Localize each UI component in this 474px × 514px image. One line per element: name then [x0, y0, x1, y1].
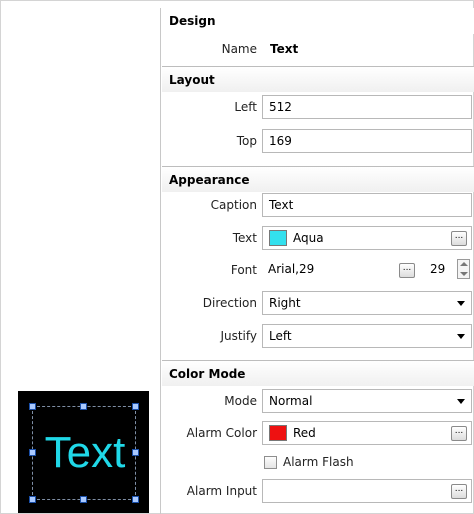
- font-size-spin[interactable]: [457, 259, 470, 279]
- resize-handle-n[interactable]: [80, 403, 87, 410]
- resize-handle-sw[interactable]: [29, 496, 36, 503]
- font-browse-button[interactable]: ...: [399, 263, 415, 278]
- alarm-input-label: Alarm Input: [186, 484, 257, 498]
- resize-handle-w[interactable]: [29, 449, 36, 456]
- font-label: Font: [230, 263, 257, 277]
- section-color-mode: Color Mode: [162, 360, 474, 386]
- direction-value: Right: [269, 296, 301, 310]
- mode-value: Normal: [269, 394, 313, 408]
- justify-label: Justify: [220, 329, 257, 343]
- section-appearance: Appearance: [162, 166, 474, 192]
- justify-select[interactable]: Left: [262, 324, 472, 348]
- section-design: Design: [162, 8, 474, 34]
- text-object-preview[interactable]: Text: [18, 391, 149, 513]
- selection-box: Text: [32, 406, 136, 500]
- alarm-input-field[interactable]: ...: [262, 479, 472, 503]
- font-size-value: 29: [430, 262, 446, 276]
- spin-up-icon[interactable]: [460, 262, 468, 266]
- justify-value: Left: [269, 329, 292, 343]
- direction-select[interactable]: Right: [262, 291, 472, 315]
- top-label: Top: [236, 134, 257, 148]
- direction-label: Direction: [202, 296, 257, 310]
- resize-handle-se[interactable]: [132, 496, 139, 503]
- alarm-input-browse-button[interactable]: ...: [451, 484, 467, 499]
- chevron-down-icon: [457, 399, 465, 404]
- section-layout: Layout: [162, 66, 474, 92]
- left-label: Left: [234, 100, 257, 114]
- spin-down-icon[interactable]: [460, 272, 468, 276]
- text-color-name: Aqua: [293, 231, 324, 245]
- name-label: Name: [221, 42, 257, 56]
- chevron-down-icon: [457, 334, 465, 339]
- preview-text: Text: [44, 428, 126, 477]
- name-value: Text: [270, 42, 299, 56]
- alarm-color-label: Alarm Color: [186, 426, 257, 440]
- mode-select[interactable]: Normal: [262, 389, 472, 413]
- mode-label: Mode: [224, 394, 257, 408]
- alarm-color-name: Red: [293, 426, 316, 440]
- alarm-flash-label: Alarm Flash: [283, 455, 354, 469]
- font-size-stepper[interactable]: 29: [420, 258, 472, 282]
- caption-label: Caption: [210, 198, 257, 212]
- properties-panel: Design Name Text Layout Left 512 Top 169…: [160, 8, 474, 514]
- text-color-swatch: [269, 229, 287, 246]
- alarm-flash-checkbox[interactable]: [264, 456, 277, 469]
- resize-handle-nw[interactable]: [29, 403, 36, 410]
- chevron-down-icon: [457, 301, 465, 306]
- resize-handle-e[interactable]: [132, 449, 139, 456]
- resize-handle-s[interactable]: [80, 496, 87, 503]
- alarm-color-field[interactable]: Red ...: [262, 421, 472, 445]
- text-color-label: Text: [232, 231, 257, 245]
- top-input[interactable]: 169: [262, 129, 472, 153]
- caption-input[interactable]: Text: [262, 193, 472, 217]
- text-color-field[interactable]: Aqua ...: [262, 226, 472, 250]
- font-value: Arial,29: [262, 258, 394, 282]
- alarm-color-browse-button[interactable]: ...: [451, 426, 467, 441]
- resize-handle-ne[interactable]: [132, 403, 139, 410]
- text-color-browse-button[interactable]: ...: [451, 231, 467, 246]
- left-input[interactable]: 512: [262, 95, 472, 119]
- alarm-color-swatch: [269, 424, 287, 441]
